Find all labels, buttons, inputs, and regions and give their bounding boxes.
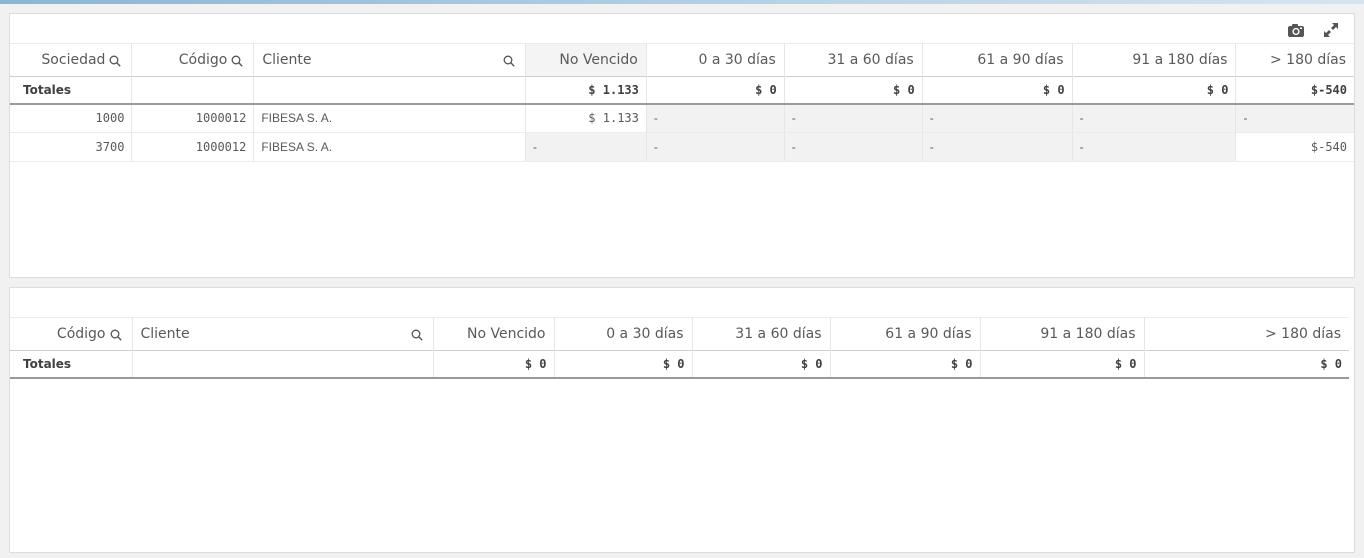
cell-codigo[interactable]: 1000012 (131, 132, 255, 162)
cell-91-180: - (1072, 132, 1237, 162)
totals-cell: $ 1.133 (525, 76, 647, 105)
cell-gt-180: $-540 (1235, 132, 1354, 162)
camera-icon[interactable] (1285, 20, 1307, 40)
column-header-91-180[interactable]: 91 a 180 días (1072, 43, 1237, 77)
totals-cell: $ 0 (692, 350, 831, 379)
table-panel-2: Código Cliente No Vencido 0 a 30 días 31… (9, 287, 1355, 553)
search-icon[interactable] (231, 55, 244, 67)
search-icon[interactable] (503, 55, 515, 67)
cell-31-60: - (784, 103, 923, 133)
table-header-row: Código Cliente No Vencido 0 a 30 días 31… (10, 317, 1349, 351)
table-row[interactable]: 1000 1000012 FIBESA S. A. $ 1.133 - - - … (10, 103, 1354, 133)
cell-no-vencido: - (525, 132, 647, 162)
totals-label: Totales (10, 76, 133, 105)
cell-0-30: - (646, 132, 785, 162)
column-header-codigo[interactable]: Código (131, 43, 255, 77)
cell-61-90: - (922, 103, 1073, 133)
column-header-0-30[interactable]: 0 a 30 días (646, 43, 785, 77)
cell-cliente[interactable]: FIBESA S. A. (253, 103, 526, 133)
column-header-91-180[interactable]: 91 a 180 días (980, 317, 1145, 351)
column-header-61-90[interactable]: 61 a 90 días (830, 317, 981, 351)
column-header-gt-180[interactable]: > 180 días (1144, 317, 1349, 351)
column-header-0-30[interactable]: 0 a 30 días (554, 317, 693, 351)
totals-cell (131, 76, 255, 105)
column-header-31-60[interactable]: 31 a 60 días (692, 317, 831, 351)
panel-toolbar (10, 288, 1354, 317)
column-header-gt-180[interactable]: > 180 días (1235, 43, 1354, 77)
top-accent-bar (0, 0, 1364, 4)
totals-cell: $-540 (1235, 76, 1354, 105)
column-header-no-vencido[interactable]: No Vencido (525, 43, 647, 77)
totals-cell: $ 0 (830, 350, 981, 379)
table-panel-1: Sociedad Código Cliente No Vencido 0 a 3… (9, 13, 1355, 278)
search-icon[interactable] (109, 55, 122, 67)
totals-cell: $ 0 (784, 76, 923, 105)
data-table-2: Código Cliente No Vencido 0 a 30 días 31… (10, 317, 1349, 379)
cell-sociedad[interactable]: 3700 (10, 132, 133, 162)
totals-label: Totales (10, 350, 133, 379)
cell-0-30: - (646, 103, 785, 133)
column-header-cliente[interactable]: Cliente (132, 317, 434, 351)
table-row[interactable]: 3700 1000012 FIBESA S. A. - - - - - $-54… (10, 132, 1354, 162)
data-table-1: Sociedad Código Cliente No Vencido 0 a 3… (10, 43, 1354, 162)
expand-icon[interactable] (1320, 20, 1342, 40)
cell-gt-180: - (1235, 103, 1354, 133)
totals-cell: $ 0 (433, 350, 555, 379)
totals-cell: $ 0 (646, 76, 785, 105)
totals-cell: $ 0 (1144, 350, 1349, 379)
column-header-codigo[interactable]: Código (10, 317, 133, 351)
cell-61-90: - (922, 132, 1073, 162)
totals-cell: $ 0 (1072, 76, 1237, 105)
column-header-61-90[interactable]: 61 a 90 días (922, 43, 1073, 77)
panel-toolbar (10, 14, 1354, 43)
column-header-no-vencido[interactable]: No Vencido (433, 317, 555, 351)
cell-sociedad[interactable]: 1000 (10, 103, 133, 133)
column-header-31-60[interactable]: 31 a 60 días (784, 43, 923, 77)
totals-cell: $ 0 (554, 350, 693, 379)
totals-cell (132, 350, 434, 379)
cell-cliente[interactable]: FIBESA S. A. (253, 132, 526, 162)
table-header-row: Sociedad Código Cliente No Vencido 0 a 3… (10, 43, 1354, 77)
cell-codigo[interactable]: 1000012 (131, 103, 255, 133)
totals-cell: $ 0 (980, 350, 1145, 379)
column-header-cliente[interactable]: Cliente (253, 43, 526, 77)
totals-cell: $ 0 (922, 76, 1073, 105)
totals-row: Totales $ 0 $ 0 $ 0 $ 0 $ 0 $ 0 (10, 350, 1349, 379)
cell-91-180: - (1072, 103, 1237, 133)
search-icon[interactable] (411, 329, 423, 341)
search-icon[interactable] (110, 329, 122, 341)
cell-31-60: - (784, 132, 923, 162)
totals-cell (253, 76, 526, 105)
totals-row: Totales $ 1.133 $ 0 $ 0 $ 0 $ 0 $-540 (10, 76, 1354, 105)
column-header-sociedad[interactable]: Sociedad (10, 43, 133, 77)
cell-no-vencido: $ 1.133 (525, 103, 647, 133)
